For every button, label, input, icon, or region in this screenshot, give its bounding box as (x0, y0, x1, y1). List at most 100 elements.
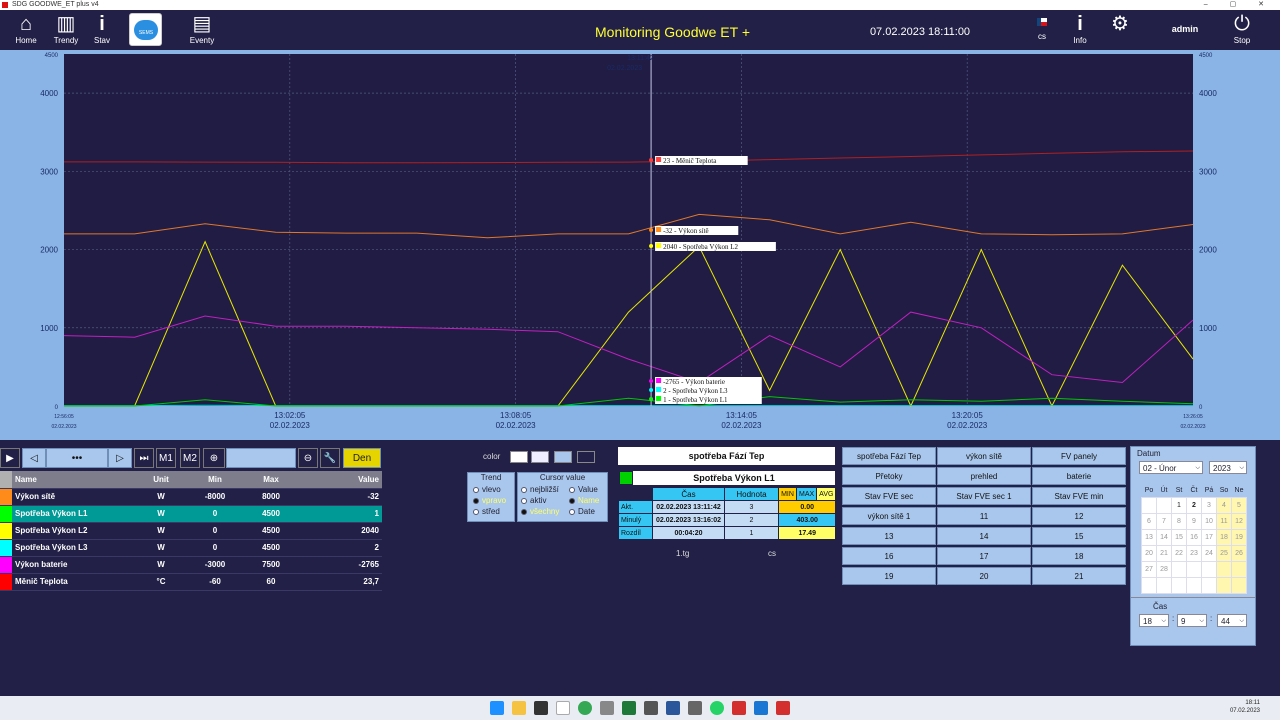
signal-row[interactable]: Spotřeba Výkon L2 W 0 4500 2040 (0, 522, 382, 540)
zoom-out-button[interactable]: ⊖ (298, 448, 318, 468)
calendar-day[interactable]: 19 (1231, 528, 1247, 546)
scada-app-icon[interactable] (776, 701, 790, 715)
scada-app-icon[interactable] (754, 701, 768, 715)
trend-option-vlevo[interactable]: vlevo (473, 485, 501, 494)
zoom-in-button[interactable]: ⊕ (203, 448, 225, 468)
app-icon[interactable] (644, 701, 658, 715)
nav-eventy[interactable]: ▤ Eventy (184, 10, 220, 50)
calendar-day[interactable]: 5 (1231, 496, 1247, 514)
month-select[interactable]: 02 - Únor ⌵ (1139, 461, 1203, 474)
m1-button[interactable]: M1 (156, 448, 176, 468)
cursor-option-nejblizsi[interactable]: nejbližší (521, 485, 559, 494)
trend-preset-button[interactable]: spotřeba Fází Tep (842, 447, 936, 465)
period-button[interactable]: Den (343, 448, 381, 468)
trend-preset-button[interactable]: 16 (842, 547, 936, 565)
calendar-day[interactable]: 1 (1171, 496, 1187, 514)
calendar-day[interactable]: 7 (1156, 512, 1172, 530)
trend-chart[interactable]: 4500 4500 4000 4000 3000 3000 2000 2000 1000 1000… (0, 50, 1280, 440)
nav-sems[interactable]: SEMS (129, 13, 162, 46)
calendar-day[interactable]: 3 (1201, 496, 1217, 514)
signal-row[interactable]: Výkon sítě W -8000 8000 -32 (0, 488, 382, 506)
cursor-option-aktiv[interactable]: aktiv (521, 496, 546, 505)
trend-preset-button[interactable]: Stav FVE min (1032, 487, 1126, 505)
calendar-day[interactable]: 9 (1186, 512, 1202, 530)
trend-preset-button[interactable]: 17 (937, 547, 1031, 565)
minute-select[interactable]: 9 ⌵ (1177, 614, 1207, 627)
calendar-day[interactable]: 16 (1186, 528, 1202, 546)
trend-preset-button[interactable]: Stav FVE sec (842, 487, 936, 505)
play-button[interactable]: ▶ (0, 448, 20, 468)
window-controls[interactable]: – ▢ ✕ (1204, 0, 1274, 10)
excel-icon[interactable] (622, 701, 636, 715)
signal-row[interactable]: Měnič Teplota °C -60 60 23,7 (0, 573, 382, 591)
settings-app-icon[interactable] (600, 701, 614, 715)
calendar-day[interactable]: 15 (1171, 528, 1187, 546)
tools-button[interactable]: 🔧 (320, 448, 340, 468)
cursor-option-name[interactable]: Name (569, 496, 599, 505)
calendar-day[interactable]: 4 (1216, 496, 1232, 514)
trend-preset-button[interactable]: 11 (937, 507, 1031, 525)
calendar-day[interactable]: 2 (1186, 496, 1202, 514)
color-swatch-light[interactable] (531, 451, 549, 463)
trend-preset-button[interactable]: FV panely (1032, 447, 1126, 465)
trend-chart-svg[interactable]: 4500 4500 4000 4000 3000 3000 2000 2000 1000 1000… (0, 50, 1280, 440)
trend-preset-button[interactable]: 15 (1032, 527, 1126, 545)
trend-preset-button[interactable]: výkon sítě (937, 447, 1031, 465)
step-back-button[interactable]: ◁ (22, 448, 46, 468)
color-swatch-dark[interactable] (577, 451, 595, 463)
trend-preset-button[interactable]: 14 (937, 527, 1031, 545)
second-select[interactable]: 44 ⌵ (1217, 614, 1247, 627)
scroll-track[interactable]: ••• (46, 448, 108, 468)
calendar-day[interactable]: 14 (1156, 528, 1172, 546)
calendar-day[interactable]: 25 (1216, 544, 1232, 562)
trend-preset-button[interactable]: Stav FVE sec 1 (937, 487, 1031, 505)
step-forward-button[interactable]: ▷ (108, 448, 132, 468)
nav-home[interactable]: ⌂ Home (8, 10, 44, 50)
color-swatch-blue[interactable] (554, 451, 572, 463)
trend-preset-button[interactable]: baterie (1032, 467, 1126, 485)
cursor-option-date[interactable]: Date (569, 507, 595, 516)
info-button[interactable]: i Info (1062, 10, 1098, 50)
calendar-day[interactable]: 21 (1156, 544, 1172, 562)
trend-option-vpravo[interactable]: vpravo (473, 496, 506, 505)
settings-button[interactable]: ⚙ (1102, 10, 1138, 50)
calendar-day[interactable]: 24 (1201, 544, 1217, 562)
trend-preset-button[interactable]: 20 (937, 567, 1031, 585)
calendar-day[interactable]: 10 (1201, 512, 1217, 530)
signal-row[interactable]: Spotřeba Výkon L3 W 0 4500 2 (0, 539, 382, 557)
calendar-day[interactable]: 20 (1141, 544, 1157, 562)
calendar-day[interactable]: 6 (1141, 512, 1157, 530)
calendar-day[interactable]: 23 (1186, 544, 1202, 562)
windows-start-icon[interactable] (490, 701, 504, 715)
calendar-day[interactable]: 18 (1216, 528, 1232, 546)
calendar-day[interactable]: 11 (1216, 512, 1232, 530)
calendar-day[interactable]: 27 (1141, 560, 1157, 578)
calendar-day[interactable]: 12 (1231, 512, 1247, 530)
scada-app-icon[interactable] (732, 701, 746, 715)
calendar-day[interactable]: 22 (1171, 544, 1187, 562)
calendar-day[interactable]: 8 (1171, 512, 1187, 530)
nav-stav[interactable]: i Stav (84, 10, 120, 50)
calendar-day[interactable]: 26 (1231, 544, 1247, 562)
trend-preset-button[interactable]: 12 (1032, 507, 1126, 525)
zoom-track[interactable] (226, 448, 296, 468)
trend-option-stred[interactable]: střed (473, 507, 500, 516)
whatsapp-icon[interactable] (710, 701, 724, 715)
m2-button[interactable]: M2 (180, 448, 200, 468)
trend-preset-button[interactable]: 21 (1032, 567, 1126, 585)
signal-row[interactable]: Výkon baterie W -3000 7500 -2765 (0, 556, 382, 574)
trend-preset-button[interactable]: prehled (937, 467, 1031, 485)
file-explorer-icon[interactable] (512, 701, 526, 715)
stop-button[interactable]: ⏻ Stop (1224, 10, 1260, 50)
skip-end-button[interactable]: ⏭ (134, 448, 154, 468)
trend-preset-button[interactable]: 13 (842, 527, 936, 545)
stat-header-avg[interactable]: AVG (816, 487, 837, 501)
save-app-icon[interactable] (666, 701, 680, 715)
trend-preset-button[interactable]: 18 (1032, 547, 1126, 565)
trend-preset-button[interactable]: Přetoky (842, 467, 936, 485)
stat-header-min[interactable]: MIN (778, 487, 797, 501)
calendar-day[interactable]: 28 (1156, 560, 1172, 578)
calendar-day[interactable]: 13 (1141, 528, 1157, 546)
year-select[interactable]: 2023 ⌵ (1209, 461, 1247, 474)
cursor-option-value[interactable]: Value (569, 485, 598, 494)
